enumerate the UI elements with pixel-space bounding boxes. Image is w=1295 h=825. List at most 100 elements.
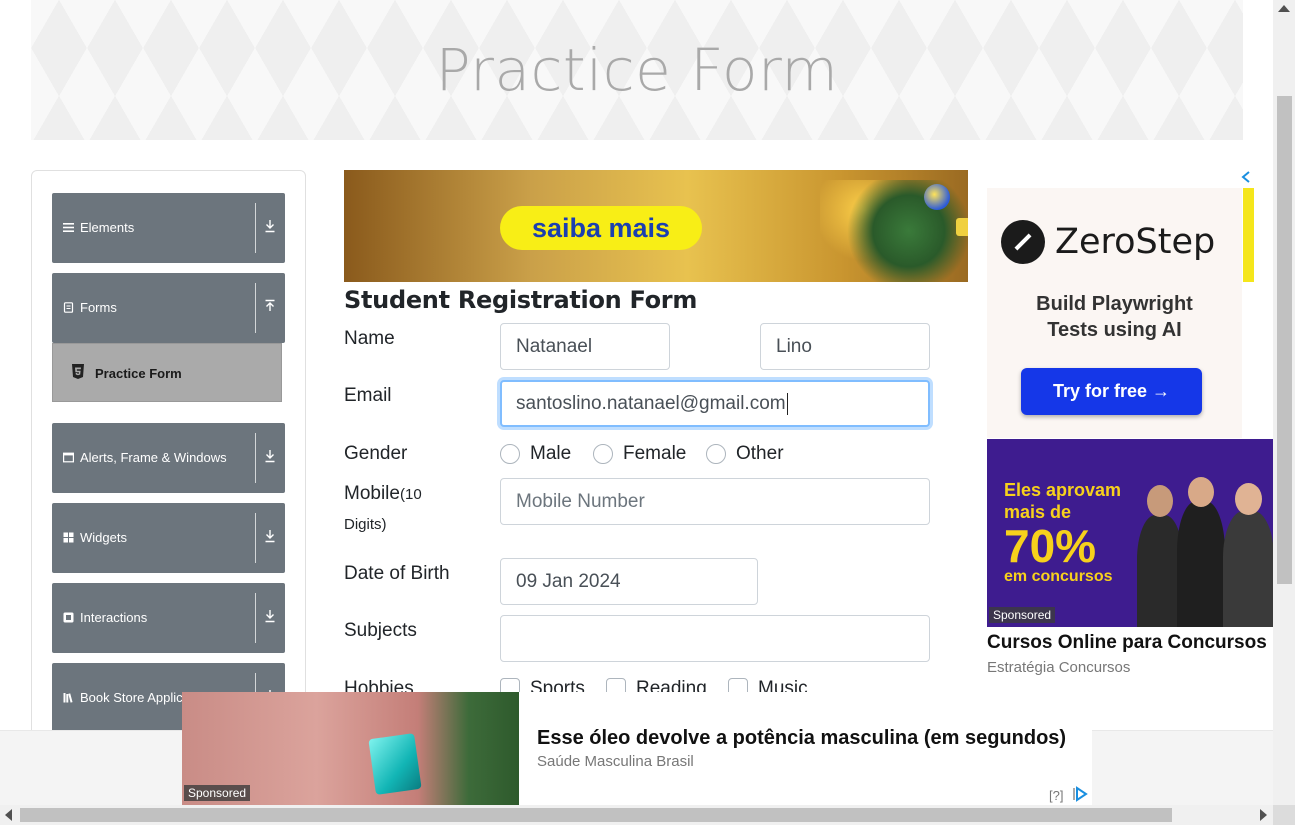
- ad-headline-link[interactable]: Esse óleo devolve a potência masculina (…: [537, 727, 1066, 750]
- download-arrow-icon[interactable]: [263, 219, 277, 235]
- ad-banner-top[interactable]: saiba mais: [344, 170, 968, 282]
- divider: [255, 203, 256, 253]
- ad-decoration: [1243, 188, 1254, 282]
- sidebar-group-widgets[interactable]: Widgets: [52, 503, 285, 573]
- scrollbar-thumb[interactable]: [1277, 96, 1292, 584]
- adchoices-icon[interactable]: [1072, 786, 1088, 802]
- html5-icon: [71, 364, 85, 380]
- scroll-up-arrow-icon[interactable]: [1278, 5, 1290, 12]
- books-icon: [63, 692, 74, 703]
- person-head: [1188, 477, 1214, 507]
- promo-text: Eles aprovam mais de: [1004, 479, 1121, 523]
- sidebar: Elements Forms Practice Form Alerts, Fra…: [31, 170, 306, 770]
- ad-tagline-line: Build Playwright: [1036, 293, 1193, 315]
- gender-radio-male[interactable]: [500, 444, 520, 464]
- sidebar-group-forms[interactable]: Forms: [52, 273, 285, 343]
- sidebar-group-label: Widgets: [80, 530, 127, 545]
- ad-bottom[interactable]: Sponsored Esse óleo devolve a potência m…: [182, 692, 1092, 805]
- sponsored-badge: Sponsored: [184, 785, 251, 801]
- concursos-ad-image[interactable]: Eles aprovam mais de 70% em concursos Sp…: [987, 439, 1274, 627]
- scrollbar-corner: [1273, 805, 1295, 825]
- sidebar-item-practice-form[interactable]: Practice Form: [52, 343, 282, 402]
- volleyball-icon: [924, 184, 950, 210]
- scroll-right-arrow-icon[interactable]: [1260, 809, 1267, 821]
- sidebar-group-label: Book Store Applicat: [80, 690, 194, 705]
- email-label: Email: [344, 385, 392, 406]
- text-cursor: [786, 392, 788, 415]
- divider: [255, 593, 256, 643]
- last-name-input[interactable]: Lino: [760, 323, 930, 370]
- upload-arrow-icon[interactable]: [263, 299, 277, 315]
- sidebar-group-alerts[interactable]: Alerts, Frame & Windows: [52, 423, 285, 493]
- promo-line: em concursos: [1004, 568, 1113, 585]
- name-label: Name: [344, 328, 395, 349]
- subjects-label: Subjects: [344, 620, 417, 641]
- ad-brand: ZeroStep: [1055, 222, 1216, 262]
- person-head: [1147, 485, 1173, 517]
- gender-option-label[interactable]: Other: [736, 443, 784, 465]
- divider: [255, 513, 256, 563]
- sidebar-group-label: Forms: [80, 300, 117, 315]
- download-arrow-icon[interactable]: [263, 609, 277, 625]
- email-value: santoslino.natanael@gmail.com: [516, 393, 786, 414]
- try-for-free-button[interactable]: Try for free →: [1021, 368, 1202, 415]
- gender-label: Gender: [344, 443, 408, 464]
- zerostep-ad[interactable]: ZeroStep Build Playwright Tests using AI…: [987, 188, 1242, 438]
- sidebar-group-label: Elements: [80, 220, 135, 235]
- mobile-label: Mobile(10: [344, 483, 422, 505]
- promo-line: Eles aprovam: [1004, 480, 1122, 500]
- form-title: Student Registration Form: [344, 286, 698, 314]
- ad-tagline-line: Tests using AI: [1047, 319, 1182, 341]
- ad-cta-button[interactable]: saiba mais: [500, 206, 702, 250]
- ad-bottom-image: Sponsored: [182, 692, 519, 805]
- gender-radio-female[interactable]: [593, 444, 613, 464]
- sidebar-group-label: Alerts, Frame & Windows: [80, 450, 227, 465]
- download-arrow-icon[interactable]: [263, 449, 277, 465]
- person-figure: [1223, 511, 1274, 627]
- ad-title-link[interactable]: Cursos Online para Concursos: [987, 632, 1267, 654]
- first-name-input[interactable]: Natanael: [500, 323, 670, 370]
- gender-radio-other[interactable]: [706, 444, 726, 464]
- download-arrow-icon[interactable]: [263, 529, 277, 545]
- ad-tagline: Build Playwright Tests using AI: [987, 291, 1242, 343]
- mobile-hint-digits: Digits): [344, 516, 387, 533]
- gem-image: [368, 733, 422, 795]
- mobile-hint: (10: [399, 486, 422, 503]
- sidebar-group-label: Interactions: [80, 610, 148, 625]
- divider: [255, 283, 256, 333]
- promo-percentage: 70%: [1004, 520, 1097, 572]
- person-figure: [1177, 501, 1225, 627]
- viewport: Practice Form Elements Forms Practice Fo…: [0, 0, 1295, 825]
- ad-source: Saúde Masculina Brasil: [537, 753, 694, 770]
- menu-icon: [63, 222, 74, 233]
- form-icon: [63, 302, 74, 313]
- sidebar-group-interactions[interactable]: Interactions: [52, 583, 285, 653]
- gender-option-label[interactable]: Male: [530, 443, 571, 465]
- ad-sidebar-right: ZeroStep Build Playwright Tests using AI…: [968, 170, 1274, 692]
- divider: [255, 433, 256, 483]
- adchoices-arrow-icon[interactable]: [1238, 170, 1254, 188]
- ad-source: Estratégia Concursos: [987, 659, 1131, 676]
- ad-next-icon[interactable]: [956, 218, 968, 236]
- grid-icon: [63, 532, 74, 543]
- gender-option-label[interactable]: Female: [623, 443, 686, 465]
- email-input[interactable]: santoslino.natanael@gmail.com: [500, 380, 930, 427]
- dob-input[interactable]: 09 Jan 2024: [500, 558, 758, 605]
- ad-help-link[interactable]: [?]: [1049, 788, 1063, 803]
- subjects-input[interactable]: [500, 615, 930, 662]
- scroll-left-arrow-icon[interactable]: [5, 809, 12, 821]
- scrollbar-thumb[interactable]: [20, 808, 1172, 822]
- sidebar-item-label: Practice Form: [95, 366, 182, 381]
- mobile-label-text: Mobile: [344, 483, 400, 504]
- sponsored-badge: Sponsored: [989, 607, 1056, 623]
- page-banner: Practice Form: [31, 0, 1243, 140]
- interaction-icon: [63, 612, 74, 623]
- ad-people-image: [1137, 473, 1274, 627]
- dob-label: Date of Birth: [344, 563, 450, 584]
- window-icon: [63, 452, 75, 463]
- horizontal-scrollbar[interactable]: [0, 805, 1273, 825]
- mobile-input[interactable]: Mobile Number: [500, 478, 930, 525]
- zerostep-logo-icon: [1001, 220, 1045, 264]
- sidebar-group-elements[interactable]: Elements: [52, 193, 285, 263]
- vertical-scrollbar[interactable]: [1273, 0, 1295, 825]
